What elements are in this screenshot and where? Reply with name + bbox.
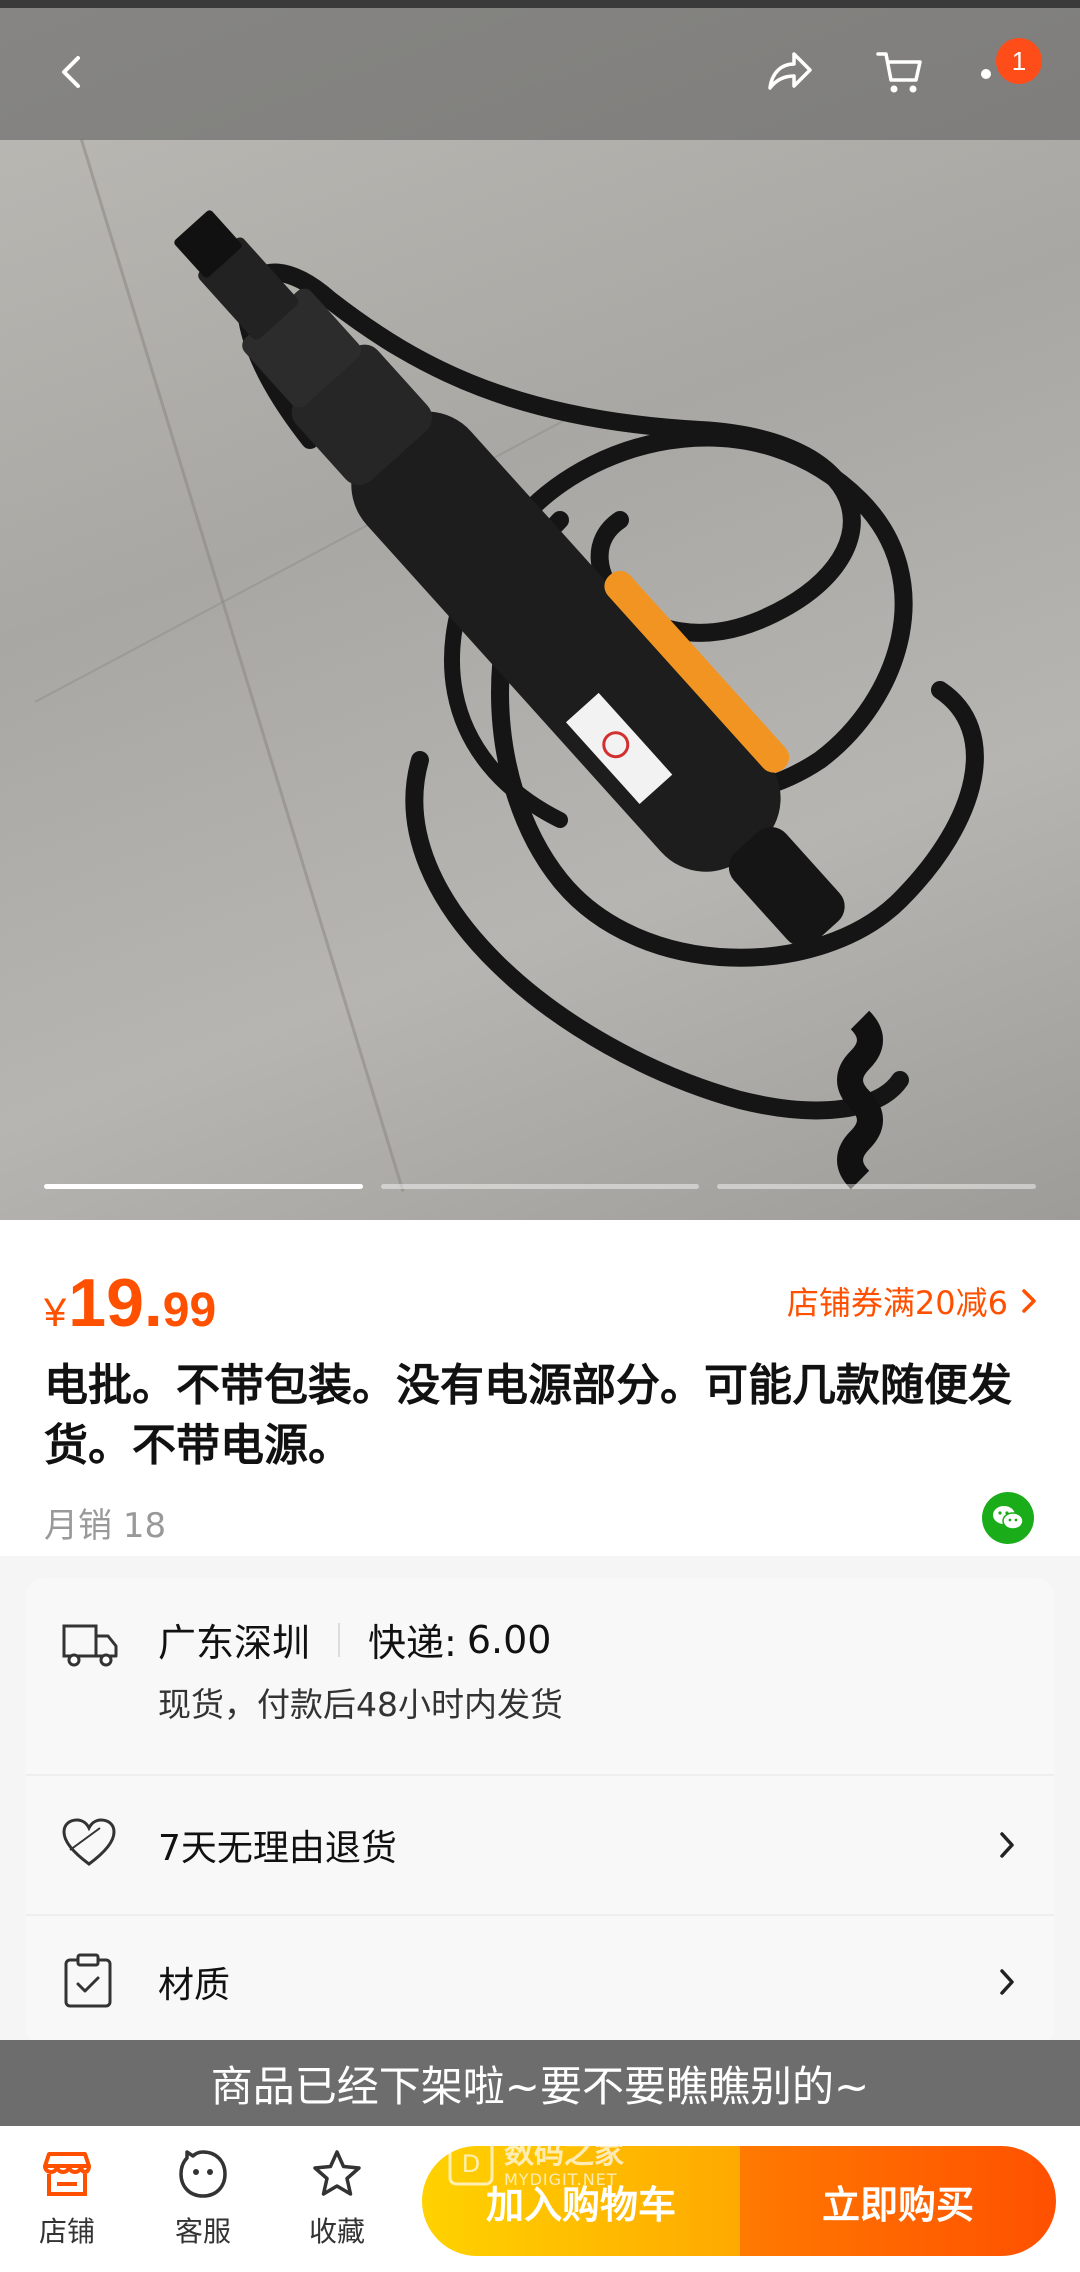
material-row[interactable]: 材质 xyxy=(26,1916,1054,2048)
site-watermark: D 数码之家 MYDIGIT.NET xyxy=(446,2128,666,2198)
chevron-right-icon xyxy=(1022,1289,1036,1313)
svg-text:D: D xyxy=(462,2150,480,2178)
customer-service-label: 客服 xyxy=(174,2215,231,2248)
wechat-icon xyxy=(993,1506,1024,1530)
sales-count: 18 xyxy=(122,1506,167,1546)
delivery-truck-icon xyxy=(62,1624,118,1667)
clipboard-check-icon xyxy=(64,1953,112,2008)
favorite-label: 收藏 xyxy=(308,2215,365,2248)
buy-now-button[interactable]: 立即购买 xyxy=(740,2146,1056,2256)
store-tab[interactable]: 店铺 xyxy=(12,2148,122,2250)
message-badge: 1 xyxy=(996,38,1042,84)
product-page: 1 ¥ 19. 99 店铺券满20减6 电批。不带包装。没有电源部分。可能几款随… xyxy=(0,0,1080,2272)
off-shelf-notice: 商品已经下架啦~要不要瞧瞧别的~ xyxy=(0,2040,1080,2126)
share-button[interactable] xyxy=(748,32,828,112)
coupon-text: 店铺券满20减6 xyxy=(786,1284,1008,1322)
product-image-gallery[interactable]: 1 xyxy=(0,0,1080,1220)
gallery-indicators xyxy=(44,1184,1037,1190)
express-label: 快递: xyxy=(368,1621,457,1665)
heart-icon xyxy=(62,1818,116,1866)
gallery-indicator[interactable] xyxy=(717,1184,1037,1189)
material-text: 材质 xyxy=(158,1965,231,2006)
store-label: 店铺 xyxy=(38,2215,95,2248)
watermark-text: 数码之家 MYDIGIT.NET xyxy=(504,2135,624,2189)
gallery-indicator[interactable] xyxy=(44,1184,363,1189)
watermark-sub: MYDIGIT.NET xyxy=(504,2169,618,2189)
status-bar xyxy=(0,0,1080,8)
star-icon xyxy=(313,2150,361,2196)
product-photo-screwdriver xyxy=(174,210,984,1190)
chevron-right-icon xyxy=(1000,1969,1014,1995)
share-icon xyxy=(768,52,812,90)
favorite-tab[interactable]: 收藏 xyxy=(282,2148,392,2250)
divider xyxy=(338,1622,341,1657)
chevron-left-icon xyxy=(62,56,80,88)
return-policy-row[interactable]: 7天无理由退货 xyxy=(26,1776,1054,1914)
customer-service-icon xyxy=(179,2150,227,2198)
delivery-note: 现货，付款后48小时内发货 xyxy=(158,1685,563,1724)
shipping-row[interactable]: 广东深圳 快递: 6.00 现货，付款后48小时内发货 xyxy=(26,1578,1054,1774)
price-integer: 19. xyxy=(68,1265,163,1341)
wechat-share-button[interactable] xyxy=(982,1492,1034,1544)
customer-service-tab[interactable]: 客服 xyxy=(148,2148,258,2250)
cart-button[interactable] xyxy=(860,32,940,112)
shipping-summary: 广东深圳 快递: 6.00 xyxy=(158,1612,551,1667)
sales-label: 月销 xyxy=(44,1506,112,1546)
currency-symbol: ¥ xyxy=(44,1291,67,1335)
chevron-right-icon xyxy=(1000,1832,1014,1858)
product-title: 电批。不带包装。没有电源部分。可能几款随便发货。不带电源。 xyxy=(44,1360,1012,1471)
watermark-main: 数码之家 xyxy=(504,2135,624,2171)
back-button[interactable] xyxy=(32,32,112,112)
price-decimal: 99 xyxy=(162,1284,217,1337)
gallery-indicator[interactable] xyxy=(380,1184,700,1189)
monthly-sales: 月销 18 xyxy=(44,1498,166,1547)
ship-origin: 广东深圳 xyxy=(158,1621,311,1665)
return-policy-text: 7天无理由退货 xyxy=(158,1828,397,1869)
watermark-logo-icon: D xyxy=(448,2140,494,2186)
store-icon xyxy=(43,2152,91,2196)
service-card: 广东深圳 快递: 6.00 现货，付款后48小时内发货 7天无理由退货 材质 xyxy=(26,1578,1054,2048)
express-fee: 6.00 xyxy=(466,1617,552,1662)
cart-icon xyxy=(876,52,922,93)
store-coupon-link[interactable]: 店铺券满20减6 xyxy=(787,1278,1040,1324)
price: ¥ 19. 99 xyxy=(44,1264,216,1342)
product-info-card: ¥ 19. 99 店铺券满20减6 电批。不带包装。没有电源部分。可能几款随便发… xyxy=(0,1220,1080,1556)
